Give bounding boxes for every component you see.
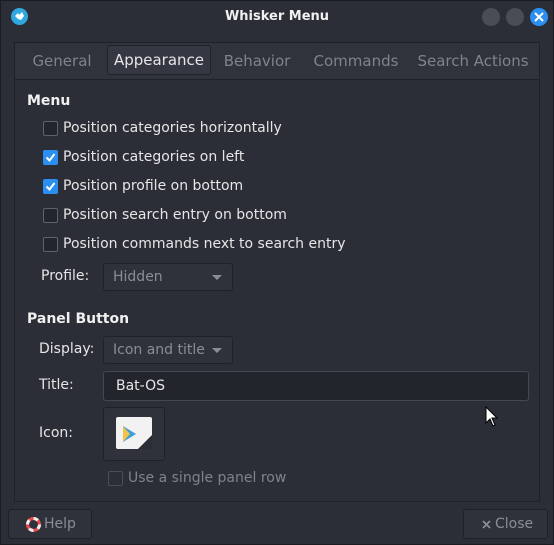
- title-input-value: Bat-OS: [116, 378, 166, 394]
- option-label: Position profile on bottom: [63, 178, 244, 194]
- tab-bar: General Appearance Behavior Commands Sea…: [15, 43, 539, 80]
- display-label: Display:: [39, 341, 95, 357]
- tab-search-actions[interactable]: Search Actions: [411, 46, 535, 76]
- lifebuoy-icon: [26, 517, 41, 532]
- close-icon: [482, 520, 491, 529]
- tab-commands[interactable]: Commands: [305, 46, 407, 76]
- titlebar[interactable]: Whisker Menu: [1, 1, 553, 33]
- profile-label: Profile:: [41, 268, 90, 284]
- checkbox-disabled[interactable]: [108, 471, 123, 486]
- minimize-button[interactable]: [482, 8, 500, 26]
- icon-chooser-button[interactable]: [103, 407, 165, 461]
- close-button[interactable]: Close: [463, 509, 548, 539]
- icon-label: Icon:: [39, 425, 73, 441]
- dropdown-arrow-icon: [212, 348, 222, 353]
- display-dropdown[interactable]: Icon and title: [103, 336, 233, 364]
- checkbox[interactable]: [43, 121, 58, 136]
- profile-value: Hidden: [113, 269, 163, 285]
- checkbox-checked[interactable]: [43, 179, 58, 194]
- panel-button-section-title: Panel Button: [27, 311, 130, 327]
- tab-appearance[interactable]: Appearance: [107, 45, 211, 75]
- title-input[interactable]: Bat-OS: [103, 371, 529, 401]
- dropdown-arrow-icon: [212, 275, 222, 280]
- maximize-button[interactable]: [506, 8, 524, 26]
- option-label: Position categories horizontally: [63, 120, 282, 136]
- option-label: Position search entry on bottom: [63, 207, 287, 223]
- option-label: Position categories on left: [63, 149, 245, 165]
- whisker-menu-settings-window: Whisker Menu General Appearance Behavior…: [0, 0, 554, 545]
- help-button[interactable]: Help: [8, 509, 92, 539]
- close-window-button[interactable]: [530, 8, 548, 26]
- settings-notebook: General Appearance Behavior Commands Sea…: [14, 42, 540, 502]
- help-button-label: Help: [44, 516, 76, 532]
- profile-dropdown[interactable]: Hidden: [103, 263, 233, 291]
- window-title: Whisker Menu: [224, 9, 330, 24]
- tab-general[interactable]: General: [21, 46, 103, 76]
- checkbox[interactable]: [43, 208, 58, 223]
- checkbox-checked[interactable]: [43, 150, 58, 165]
- menu-section-title: Menu: [27, 93, 71, 109]
- mouse-cursor-icon: [485, 406, 499, 427]
- display-value: Icon and title: [113, 342, 205, 358]
- tab-behavior[interactable]: Behavior: [213, 46, 301, 76]
- option-label: Use a single panel row: [128, 470, 287, 486]
- panel-icon-preview: [116, 417, 152, 449]
- checkbox[interactable]: [43, 237, 58, 252]
- title-label: Title:: [39, 377, 74, 393]
- option-label: Position commands next to search entry: [63, 236, 346, 252]
- close-button-label: Close: [495, 516, 534, 532]
